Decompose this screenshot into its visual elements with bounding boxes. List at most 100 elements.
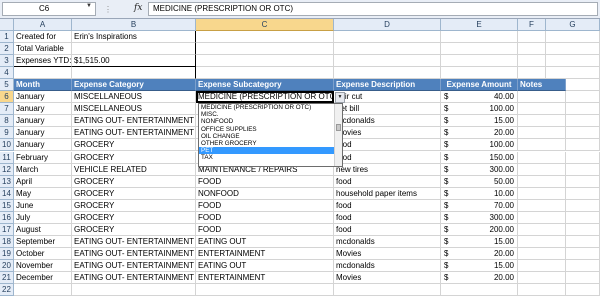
empty-cell[interactable]	[441, 31, 518, 44]
dropdown-scrollbar[interactable]	[334, 104, 342, 167]
name-box-dropdown-icon[interactable]: ▼	[86, 3, 92, 9]
empty-cell[interactable]	[566, 103, 600, 116]
dropdown-option[interactable]: PET	[199, 146, 342, 154]
notes-cell[interactable]	[518, 103, 566, 116]
amount-cell[interactable]: $20.00	[441, 272, 518, 285]
row-header-10[interactable]: 10	[0, 139, 14, 152]
empty-cell[interactable]	[546, 55, 600, 68]
description-cell[interactable]: food	[334, 151, 441, 164]
row-header-7[interactable]: 7	[0, 103, 14, 116]
subcategory-cell[interactable]: ENTERTAINMENT	[196, 247, 334, 260]
empty-cell[interactable]	[334, 55, 441, 68]
row-header-18[interactable]: 18	[0, 235, 14, 248]
dropdown-option[interactable]: OFFICE SUPPLIES	[199, 126, 342, 133]
row-header-16[interactable]: 16	[0, 211, 14, 224]
category-cell[interactable]: EATING OUT- ENTERTAINMENT	[72, 247, 196, 260]
empty-cell[interactable]	[196, 43, 334, 56]
notes-cell[interactable]	[518, 127, 566, 140]
dropdown-option[interactable]: MISC.	[199, 111, 342, 118]
empty-cell[interactable]	[566, 235, 600, 248]
month-cell[interactable]: August	[14, 223, 72, 236]
notes-cell[interactable]	[518, 187, 566, 200]
month-cell[interactable]: January	[14, 91, 72, 104]
month-cell[interactable]: July	[14, 211, 72, 224]
empty-cell[interactable]	[566, 187, 600, 200]
row-header-6[interactable]: 6	[0, 91, 14, 104]
active-subcategory-cell[interactable]: MEDICINE (PRESCRIPTION OR OTC)	[196, 91, 334, 104]
subcategory-cell[interactable]: EATING OUT	[196, 235, 334, 248]
formula-input[interactable]: MEDICINE (PRESCRIPTION OR OTC)	[148, 2, 598, 16]
row-header-15[interactable]: 15	[0, 199, 14, 212]
row-header-12[interactable]: 12	[0, 163, 14, 176]
row-header-14[interactable]: 14	[0, 187, 14, 200]
empty-cell[interactable]	[546, 67, 600, 80]
row-header-17[interactable]: 17	[0, 223, 14, 236]
description-cell[interactable]: household paper items	[334, 187, 441, 200]
empty-cell[interactable]	[196, 31, 334, 44]
notes-cell[interactable]	[518, 91, 566, 104]
column-header-c[interactable]: C	[196, 19, 334, 31]
category-cell[interactable]: GROCERY	[72, 223, 196, 236]
empty-cell[interactable]	[546, 43, 600, 56]
amount-cell[interactable]: $150.00	[441, 151, 518, 164]
row-header-9[interactable]: 9	[0, 127, 14, 140]
notes-cell[interactable]	[518, 235, 566, 248]
empty-cell[interactable]	[196, 67, 334, 80]
amount-cell[interactable]: $20.00	[441, 247, 518, 260]
subcategory-cell[interactable]: FOOD	[196, 223, 334, 236]
month-cell[interactable]: May	[14, 187, 72, 200]
category-cell[interactable]: EATING OUT- ENTERTAINMENT	[72, 115, 196, 128]
empty-cell[interactable]	[334, 43, 441, 56]
empty-cell[interactable]	[566, 247, 600, 260]
amount-cell[interactable]: $15.00	[441, 115, 518, 128]
category-cell[interactable]: MISCELLANEOUS	[72, 91, 196, 104]
column-header-b[interactable]: B	[72, 19, 196, 31]
column-header-d[interactable]: D	[334, 19, 441, 31]
subcategory-cell[interactable]: FOOD	[196, 175, 334, 188]
notes-cell[interactable]	[518, 115, 566, 128]
row-header-21[interactable]: 21	[0, 272, 14, 285]
column-header-e[interactable]: E	[441, 19, 518, 31]
notes-cell[interactable]	[518, 163, 566, 176]
subcategory-cell[interactable]: EATING OUT	[196, 259, 334, 272]
empty-cell[interactable]	[566, 79, 600, 92]
row-header-2[interactable]: 2	[0, 43, 14, 56]
amount-cell[interactable]: $100.00	[441, 103, 518, 116]
notes-cell[interactable]	[518, 284, 566, 297]
category-cell[interactable]: EATING OUT- ENTERTAINMENT	[72, 272, 196, 285]
month-cell[interactable]: January	[14, 139, 72, 152]
notes-cell[interactable]	[518, 272, 566, 285]
description-cell[interactable]: food	[334, 223, 441, 236]
amount-cell[interactable]: $300.00	[441, 163, 518, 176]
category-cell[interactable]: GROCERY	[72, 211, 196, 224]
notes-cell[interactable]	[518, 211, 566, 224]
description-cell[interactable]	[334, 284, 441, 297]
subcategory-cell[interactable]: FOOD	[196, 199, 334, 212]
description-cell[interactable]: pet bill	[334, 103, 441, 116]
row-header-4[interactable]: 4	[0, 67, 14, 80]
category-cell[interactable]: GROCERY	[72, 199, 196, 212]
empty-cell[interactable]	[196, 55, 334, 68]
empty-cell[interactable]	[566, 127, 600, 140]
amount-cell[interactable]: $15.00	[441, 259, 518, 272]
column-header-g[interactable]: G	[546, 19, 600, 31]
empty-cell[interactable]	[566, 163, 600, 176]
notes-cell[interactable]	[518, 199, 566, 212]
row-header-11[interactable]: 11	[0, 151, 14, 164]
scrollbar-thumb[interactable]	[336, 124, 341, 132]
column-header-f[interactable]: F	[518, 19, 546, 31]
empty-cell[interactable]	[566, 223, 600, 236]
row-header-8[interactable]: 8	[0, 115, 14, 128]
category-cell[interactable]: GROCERY	[72, 151, 196, 164]
empty-cell[interactable]	[566, 175, 600, 188]
empty-cell[interactable]	[334, 67, 441, 80]
column-header-a[interactable]: A	[14, 19, 72, 31]
row-header-3[interactable]: 3	[0, 55, 14, 68]
amount-cell[interactable]: $20.00	[441, 127, 518, 140]
month-cell[interactable]: September	[14, 235, 72, 248]
category-cell[interactable]: GROCERY	[72, 175, 196, 188]
empty-cell[interactable]	[441, 55, 518, 68]
description-cell[interactable]: food	[334, 175, 441, 188]
month-cell[interactable]	[14, 284, 72, 297]
description-cell[interactable]: Movies	[334, 127, 441, 140]
